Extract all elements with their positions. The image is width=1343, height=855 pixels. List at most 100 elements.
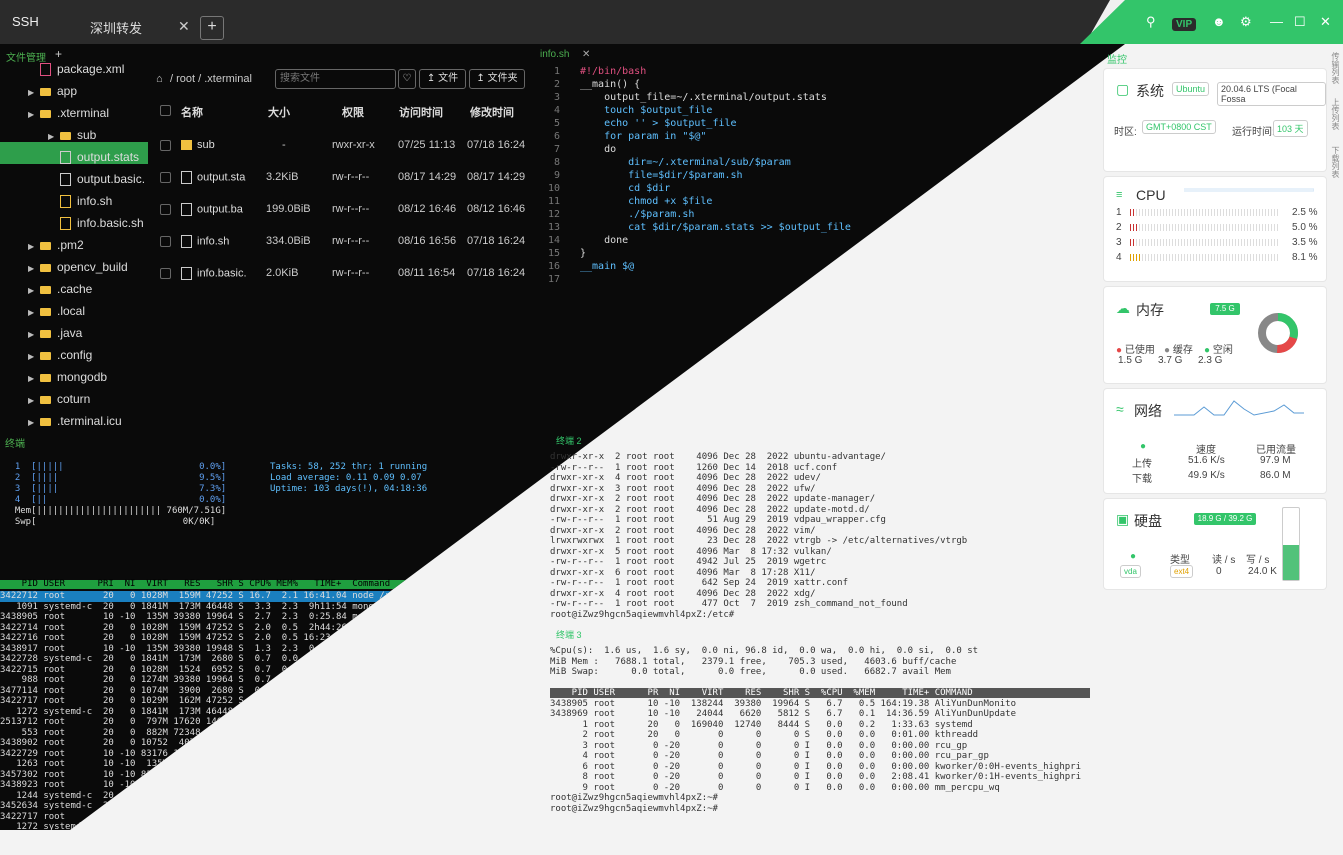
- tree-item[interactable]: ▶ .pm2: [28, 234, 84, 256]
- heart-icon[interactable]: ♡: [398, 69, 416, 89]
- row-checkbox[interactable]: [160, 236, 171, 247]
- chevron-right-icon[interactable]: ▶: [28, 324, 40, 346]
- terminal-tab[interactable]: 终端: [5, 435, 25, 450]
- tree-item[interactable]: ▶ .config: [28, 344, 92, 366]
- process-row[interactable]: 1091 systemd-c 20 0 1841M 173M 46448 S 3…: [0, 602, 552, 613]
- line-number: 8: [553, 157, 560, 168]
- htop-footer[interactable]: F1Help F2Setup F3SearchF4FilterF5Tree F6…: [0, 844, 428, 855]
- process-row[interactable]: 3438923 root 10 -10 135M 39380 19964 S 0…: [0, 780, 553, 791]
- process-row[interactable]: 3438917 root 10 -10 135M 39380 19948 S 1…: [0, 644, 553, 655]
- tree-item[interactable]: ▶ coturn: [28, 388, 90, 410]
- htop-tasks: Tasks: 58, 252 thr; 1 running: [270, 462, 428, 472]
- search-icon[interactable]: ⚲: [1146, 14, 1156, 30]
- chevron-right-icon[interactable]: ▶: [28, 302, 40, 324]
- side-tab-download[interactable]: 下载列表: [1329, 146, 1341, 178]
- tree-item[interactable]: ▶ sub: [48, 124, 96, 146]
- ssh-label[interactable]: SSH: [12, 14, 39, 29]
- editor-tab[interactable]: info.sh: [540, 49, 569, 60]
- chevron-right-icon[interactable]: ▶: [28, 346, 40, 368]
- tree-item[interactable]: info.sh: [48, 190, 112, 212]
- process-row[interactable]: 3438902 root 20 0 10752 4076 3252 R 0.0 …: [0, 738, 374, 749]
- process-row[interactable]: 3422714 root 20 0 1028M 159M 47252 S 2.0…: [0, 623, 553, 634]
- chevron-right-icon[interactable]: ▶: [48, 126, 60, 148]
- session-tab[interactable]: 深圳转发: [90, 18, 142, 37]
- process-row[interactable]: 1263 root 10 -10 135M 39380 19964 S 0.0 …: [0, 759, 552, 770]
- chevron-right-icon[interactable]: ▶: [28, 412, 40, 434]
- process-row[interactable]: 1272 systemd-c 20 0 1841M 173M 46448 S 0…: [0, 822, 547, 830]
- terminal-3-tab[interactable]: 终端 3: [556, 630, 582, 641]
- process-row[interactable]: 3422717 root 20 0 1029M 162M 47252 S 0.0…: [0, 812, 553, 823]
- title-bar: SSH 深圳转发 ✕ + ⚲ VIP ☻ ⚙ — ☐ ✕: [0, 0, 1343, 44]
- process-row[interactable]: 3422717 root 20 0 1029M 162M 47252 S 0.7…: [0, 696, 553, 707]
- process-row[interactable]: 3452634 systemd-c 20 0 1841M 173M 46448 …: [0, 801, 553, 812]
- tree-item[interactable]: ▶ app: [28, 80, 77, 102]
- file-size: -: [282, 139, 286, 151]
- file-row-name[interactable]: info.sh: [181, 235, 229, 248]
- file-search-input[interactable]: 搜索文件: [275, 69, 396, 89]
- tree-item[interactable]: output.stats: [48, 146, 139, 168]
- close-window-icon[interactable]: ✕: [1320, 14, 1331, 30]
- tree-item[interactable]: ▶ .terminal.icu: [28, 410, 122, 432]
- row-checkbox[interactable]: [160, 268, 171, 279]
- side-tab-upload[interactable]: 上传列表: [1329, 98, 1341, 130]
- tree-item[interactable]: ▶ .local: [28, 300, 85, 322]
- close-tab-icon[interactable]: ✕: [178, 18, 190, 35]
- process-row[interactable]: 1092 systemd-c 20 0 136M 8924 6516 S 0.0…: [0, 833, 455, 844]
- process-row[interactable]: 553 root 20 0 882M 72348 34232 S 0.0 0.9…: [0, 728, 542, 739]
- process-row[interactable]: 2513712 root 20 0 797M 17620 14620 S 0.7…: [0, 717, 553, 728]
- process-row[interactable]: 3457302 root 10 -10 83176 14324 11408 S …: [0, 770, 553, 781]
- row-checkbox[interactable]: [160, 140, 171, 151]
- upload-file-button[interactable]: ↥ 文件: [419, 69, 466, 89]
- process-row[interactable]: 1244 systemd-c 20 0 1841M 173M 46448 S 0…: [0, 791, 552, 802]
- file-row-name[interactable]: output.ba: [181, 203, 243, 216]
- process-row[interactable]: 1272 systemd-c 20 0 1841M 173M 46448 S 0…: [0, 707, 547, 718]
- process-row[interactable]: 3422729 root 10 -10 83176 14324 11408 S …: [0, 749, 553, 760]
- process-row[interactable]: 3422728 systemd-c 20 0 1841M 173M 2680 S…: [0, 654, 553, 665]
- minimize-icon[interactable]: —: [1270, 14, 1283, 29]
- new-tab-button[interactable]: +: [200, 16, 224, 40]
- process-row[interactable]: 3477114 root 20 0 1074M 3900 2680 S 0.7 …: [0, 686, 553, 697]
- tree-item[interactable]: ▶ .xterminal: [28, 102, 109, 124]
- tree-item[interactable]: ▶ opencv_build: [28, 256, 128, 278]
- process-row[interactable]: 988 root 20 0 1274M 39380 19964 S 0.7 0.…: [0, 675, 553, 686]
- chevron-right-icon[interactable]: ▶: [28, 258, 40, 280]
- col-perm[interactable]: 权限: [342, 104, 364, 120]
- chevron-right-icon[interactable]: ▶: [28, 82, 40, 104]
- close-editor-tab-icon[interactable]: ✕: [582, 49, 590, 60]
- avatar[interactable]: ☻: [1212, 14, 1226, 29]
- process-row[interactable]: 3422716 root 20 0 1028M 159M 47252 S 2.0…: [0, 633, 553, 644]
- col-mtime[interactable]: 修改时间: [470, 104, 514, 120]
- tree-item[interactable]: output.basic.: [48, 168, 145, 190]
- col-size[interactable]: 大小: [268, 104, 290, 120]
- file-row-name[interactable]: info.basic.: [181, 267, 247, 280]
- process-row[interactable]: 3422715 root 20 0 1028M 1524 6952 S 0.7 …: [0, 665, 466, 676]
- monitor-tab[interactable]: 监控: [1107, 51, 1127, 66]
- process-row[interactable]: 3438905 root 10 -10 135M 39380 19964 S 2…: [0, 612, 553, 623]
- file-row-name[interactable]: sub: [181, 139, 215, 151]
- vip-badge[interactable]: VIP: [1172, 18, 1197, 31]
- tree-item[interactable]: info.basic.sh: [48, 212, 144, 234]
- side-tab-transfer[interactable]: 传输列表: [1329, 52, 1341, 84]
- chevron-right-icon[interactable]: ▶: [28, 236, 40, 258]
- file-row-name[interactable]: output.sta: [181, 171, 245, 184]
- tree-item[interactable]: package.xml: [28, 58, 124, 80]
- col-name[interactable]: 名称: [181, 104, 203, 120]
- row-checkbox[interactable]: [160, 172, 171, 183]
- terminal-2-tab[interactable]: 终端 2: [556, 436, 582, 447]
- upload-folder-button[interactable]: ↥ 文件夹: [469, 69, 525, 89]
- row-checkbox[interactable]: [160, 204, 171, 215]
- chevron-right-icon[interactable]: ▶: [28, 390, 40, 412]
- tree-item[interactable]: ▶ .java: [28, 322, 82, 344]
- chevron-right-icon[interactable]: ▶: [28, 368, 40, 390]
- chevron-right-icon[interactable]: ▶: [28, 104, 40, 126]
- col-atime[interactable]: 访问时间: [399, 104, 443, 120]
- tree-item[interactable]: ▶ mongodb: [28, 366, 107, 388]
- select-all-checkbox[interactable]: [160, 105, 171, 116]
- gear-icon[interactable]: ⚙: [1240, 14, 1252, 30]
- process-row[interactable]: 3422712 root 20 0 1028M 159M 47252 S 16.…: [0, 591, 553, 602]
- maximize-icon[interactable]: ☐: [1294, 14, 1306, 30]
- chevron-right-icon[interactable]: ▶: [28, 280, 40, 302]
- home-icon[interactable]: ⌂: [156, 73, 163, 85]
- file-name: info.sh: [197, 235, 230, 248]
- tree-item[interactable]: ▶ .cache: [28, 278, 92, 300]
